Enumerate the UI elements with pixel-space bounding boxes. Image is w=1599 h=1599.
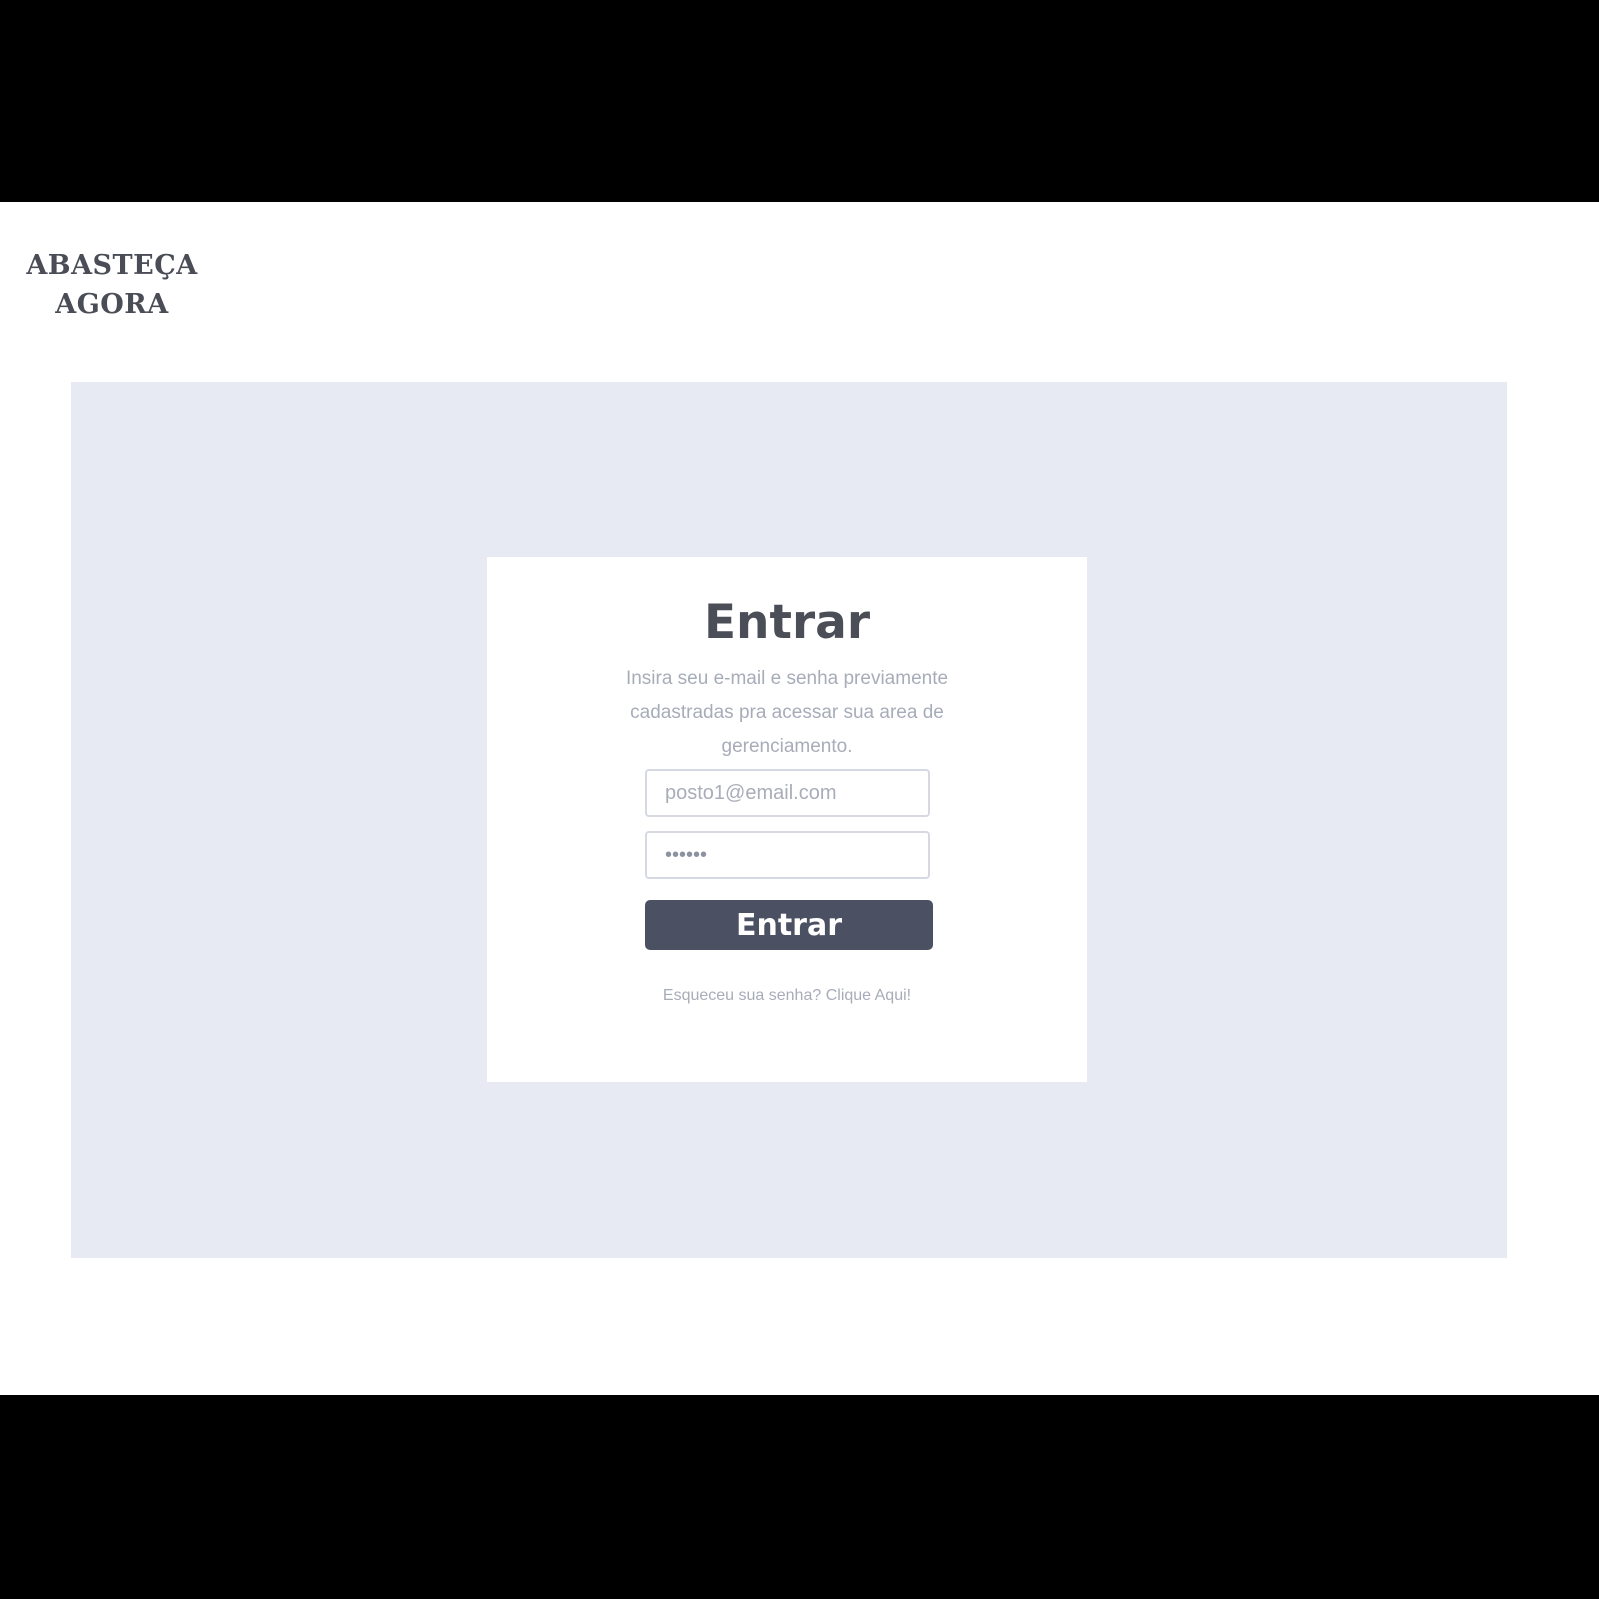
- password-input[interactable]: [645, 831, 930, 879]
- forgot-password-row: Esqueceu sua senha? Clique Aqui!: [487, 987, 1087, 1005]
- forgot-password-link[interactable]: Clique Aqui!: [826, 987, 911, 1004]
- brand-logo-line2: AGORA: [55, 289, 169, 320]
- brand-logo: ABASTEÇA AGORA: [22, 246, 202, 324]
- login-title: Entrar: [703, 595, 871, 650]
- login-submit-button[interactable]: Entrar: [645, 900, 933, 950]
- forgot-password-text: Esqueceu sua senha?: [662, 987, 822, 1004]
- brand-logo-line1: ABASTEÇA: [26, 250, 198, 281]
- login-background-panel: Entrar Insira seu e-mail e senha previam…: [71, 382, 1507, 1258]
- login-description: Insira seu e-mail e senha previamente ca…: [625, 668, 949, 757]
- email-input[interactable]: [645, 769, 930, 817]
- page-frame: ABASTEÇA AGORA Entrar Insira seu e-mail …: [0, 202, 1599, 1395]
- login-card: Entrar Insira seu e-mail e senha previam…: [487, 557, 1087, 1082]
